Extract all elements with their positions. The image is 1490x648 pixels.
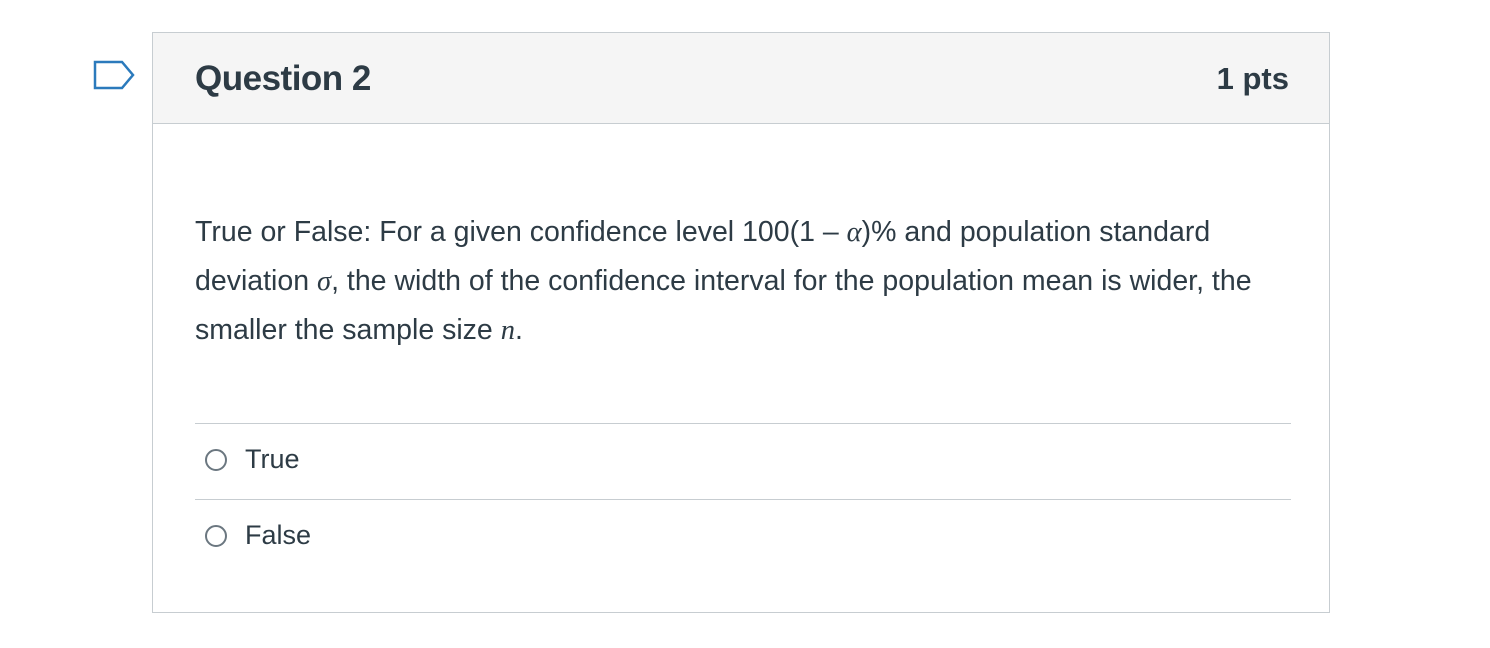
question-points: 1 pts bbox=[1216, 61, 1289, 96]
question-text: True or False: For a given confidence le… bbox=[195, 208, 1290, 355]
answer-list: True False bbox=[195, 423, 1291, 575]
radio-button[interactable] bbox=[205, 525, 227, 547]
question-title: Question 2 bbox=[195, 59, 371, 98]
answer-label[interactable]: False bbox=[245, 500, 311, 570]
flag-question-icon[interactable] bbox=[92, 59, 136, 93]
question-text-part3: , the width of the confidence interval f… bbox=[195, 265, 1252, 346]
question-text-part4: . bbox=[514, 314, 523, 346]
answer-label[interactable]: True bbox=[245, 424, 300, 494]
alpha-symbol: α bbox=[846, 217, 862, 248]
question-header: Question 2 1 pts bbox=[153, 33, 1329, 124]
answer-option-true[interactable]: True bbox=[195, 423, 1291, 499]
sigma-symbol: σ bbox=[317, 266, 332, 297]
answer-option-false[interactable]: False bbox=[195, 499, 1291, 575]
radio-button[interactable] bbox=[205, 449, 227, 471]
n-variable: n bbox=[500, 315, 515, 346]
question-text-part1: True or False: For a given confidence le… bbox=[195, 216, 847, 248]
question-card: Question 2 1 pts True or False: For a gi… bbox=[152, 32, 1330, 613]
